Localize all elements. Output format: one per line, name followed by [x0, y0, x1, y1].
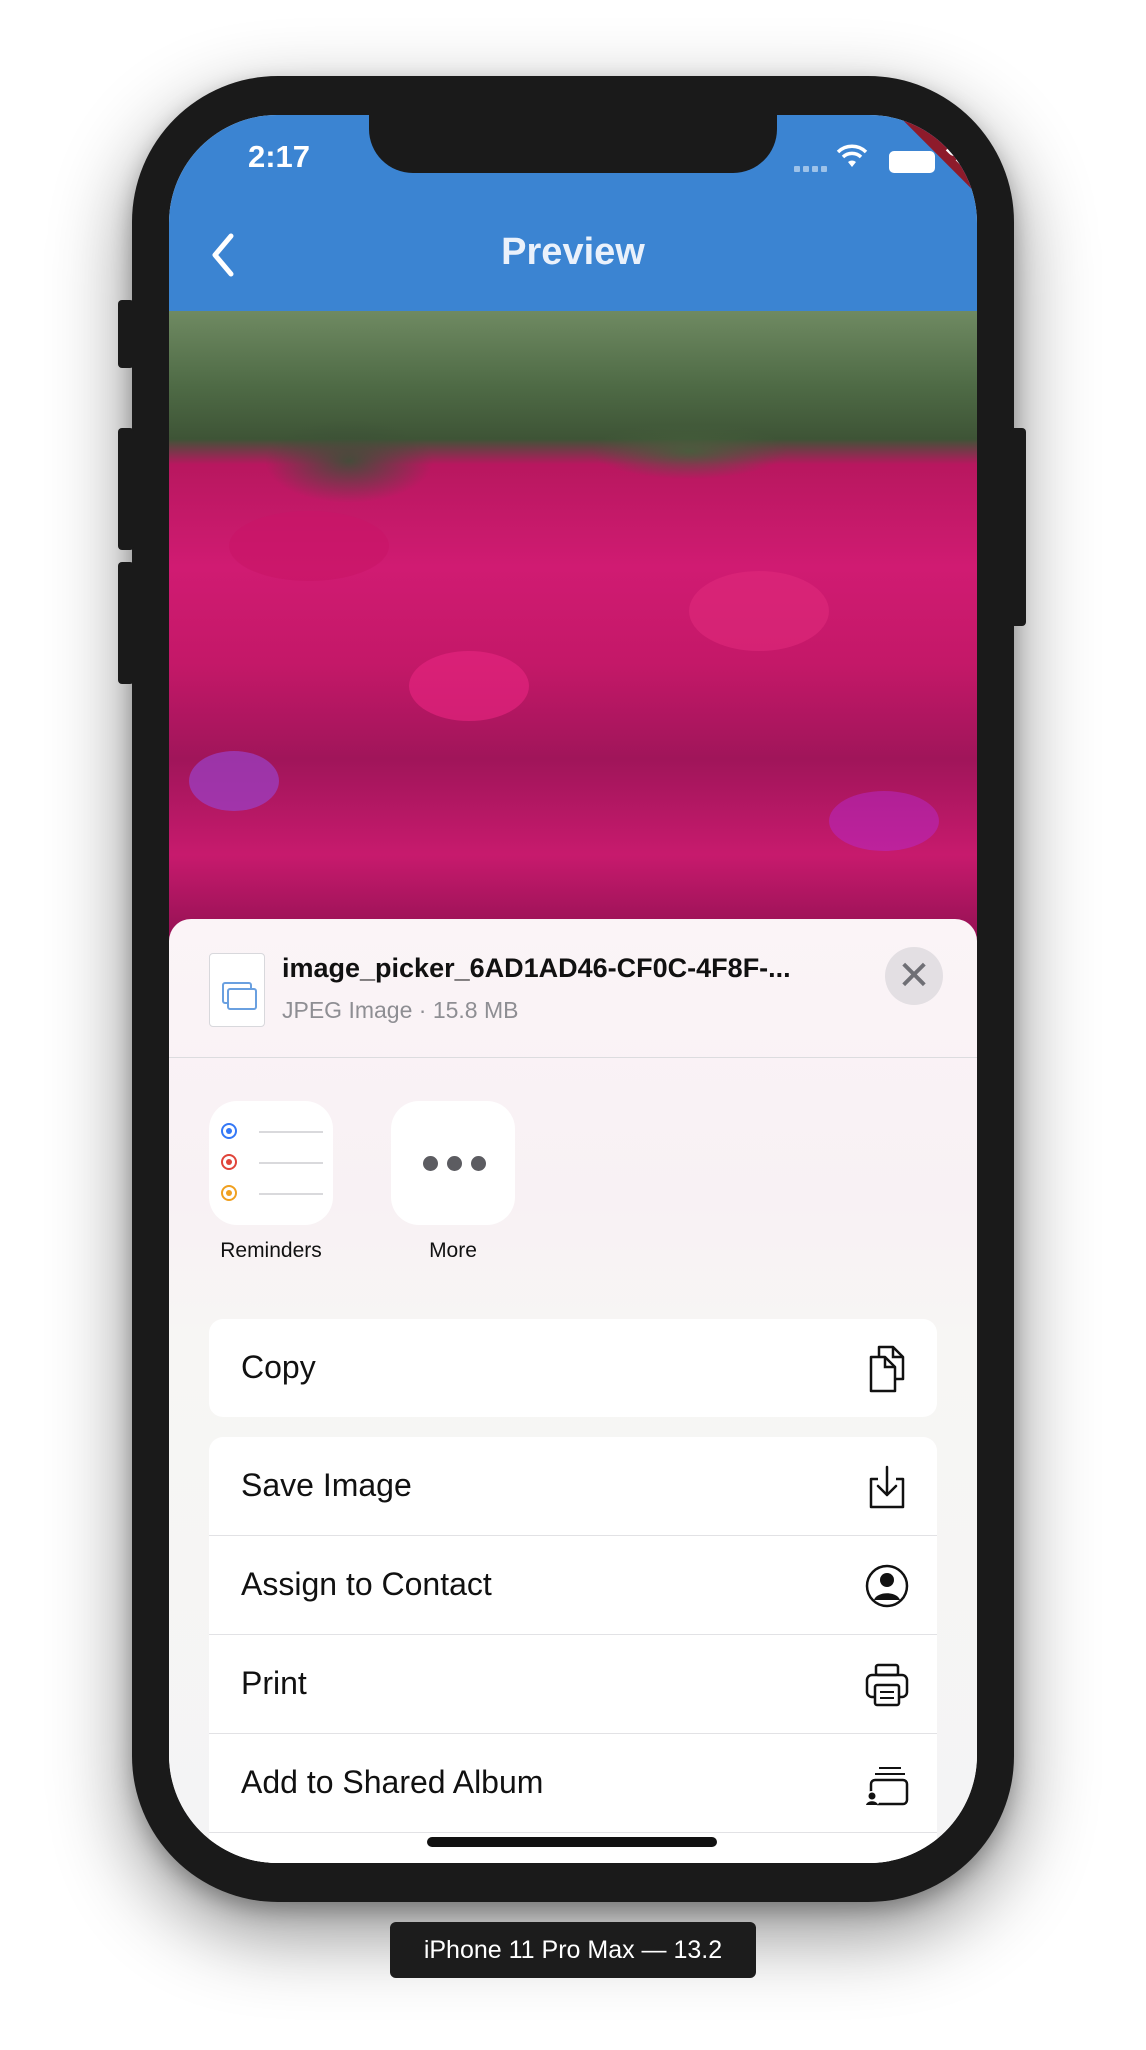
preview-image	[169, 311, 977, 951]
file-name: image_picker_6AD1AD46-CF0C-4F8F-...	[282, 953, 791, 983]
volume-down-button	[118, 562, 134, 684]
silent-switch	[118, 300, 134, 368]
action-save-image[interactable]: Save Image	[209, 1437, 937, 1536]
volume-up-button	[118, 428, 134, 550]
action-group-primary: Copy	[209, 1319, 937, 1417]
reminders-app-button[interactable]	[209, 1101, 333, 1225]
more-icon	[423, 1156, 495, 1176]
flower-cluster	[689, 571, 829, 651]
action-copy[interactable]: Copy	[209, 1319, 937, 1417]
status-time: 2:17	[247, 139, 311, 174]
action-label: Copy	[241, 1349, 316, 1385]
page-title: Preview	[501, 231, 645, 273]
flower-cluster	[229, 511, 389, 581]
cellular-signal-icon	[794, 159, 830, 177]
printer-icon	[865, 1663, 909, 1707]
image-file-icon	[209, 953, 265, 1027]
contact-icon	[865, 1564, 909, 1608]
battery-icon	[889, 151, 935, 173]
action-label: Assign to Contact	[241, 1566, 492, 1602]
app-bar: 2:17 DEBUG Preview	[169, 115, 977, 311]
flower-cluster	[829, 791, 939, 851]
flower-cluster	[189, 751, 279, 811]
share-sheet: image_picker_6AD1AD46-CF0C-4F8F-... JPEG…	[169, 919, 977, 1863]
shared-album-icon	[864, 1767, 909, 1807]
more-apps-button[interactable]	[391, 1101, 515, 1225]
simulator-device-label: iPhone 11 Pro Max — 13.2	[390, 1922, 756, 1978]
action-shared-album[interactable]: Add to Shared Album	[209, 1734, 937, 1833]
action-group-secondary: Save Image Assign to Contact Print Add t…	[209, 1437, 937, 1863]
flower-cluster	[409, 651, 529, 721]
divider	[169, 1057, 977, 1058]
wifi-icon	[836, 144, 868, 167]
phone-screen: 2:17 DEBUG Preview image_picker_6AD1AD46…	[169, 115, 977, 1863]
notch	[369, 115, 777, 173]
close-icon: ✕	[897, 954, 931, 998]
close-button[interactable]: ✕	[885, 947, 943, 1005]
action-label: Print	[241, 1665, 307, 1701]
action-label: Save Image	[241, 1467, 412, 1503]
reminders-label: Reminders	[220, 1239, 322, 1262]
file-meta: JPEG Image · 15.8 MB	[282, 997, 519, 1023]
action-assign-contact[interactable]: Assign to Contact	[209, 1536, 937, 1635]
action-print[interactable]: Print	[209, 1635, 937, 1734]
home-indicator[interactable]	[427, 1837, 717, 1847]
save-image-icon	[869, 1465, 905, 1509]
copy-icon	[869, 1345, 905, 1393]
power-button	[1010, 428, 1026, 626]
more-label: More	[429, 1239, 477, 1262]
action-label: Add to Shared Album	[241, 1764, 544, 1800]
